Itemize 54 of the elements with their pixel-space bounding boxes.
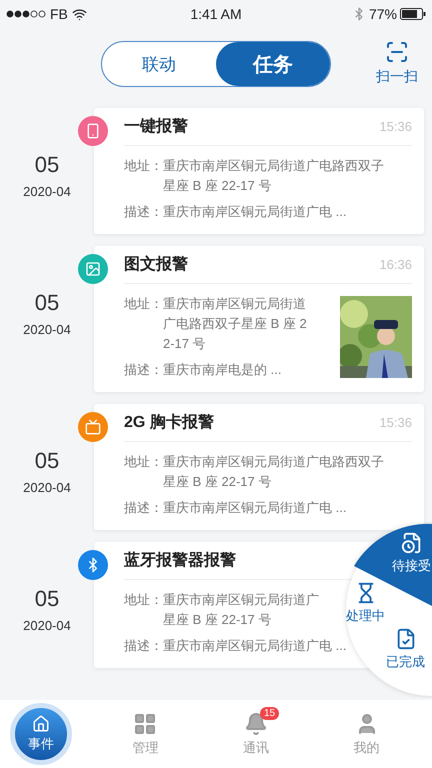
field-label: 地址： — [124, 453, 163, 471]
field-label: 描述： — [124, 203, 163, 221]
signal-icon — [6, 10, 46, 18]
event-title: 蓝牙报警器报警 — [124, 550, 236, 571]
battery-percent: 77% — [368, 6, 397, 22]
description-text: 重庆市南岸区铜元局街道广电 ... — [163, 499, 346, 517]
event-card[interactable]: 一键报警 15:36 地址：重庆市南岸区铜元局街道广电路西双子 星座 B 座 22-17 号 描述：重庆市南岸区铜元局街道广电 ... — [94, 108, 424, 234]
field-label: 描述： — [124, 361, 163, 379]
wifi-icon — [72, 6, 87, 22]
event-time: 16:36 — [379, 257, 412, 272]
description-text: 重庆市南岸区铜元局街道广电 ... — [163, 203, 346, 221]
address-text: 星座 B 座 22-17 号 — [163, 177, 272, 195]
event-title: 一键报警 — [124, 116, 188, 137]
field-label: 地址： — [124, 591, 163, 609]
field-label: 地址： — [124, 157, 163, 175]
description-text: 重庆市南岸电是的 ... — [163, 361, 282, 379]
unread-badge: 15 — [260, 706, 280, 720]
address-text: 重庆市南岸区铜元局街道广电路西双子 — [163, 157, 384, 175]
grid-icon — [133, 712, 158, 736]
date-day: 05 — [34, 152, 60, 178]
address-text: 重庆市南岸区铜元局街道广 — [163, 591, 319, 609]
document-clock-icon — [400, 532, 422, 554]
address-text: 2-17 号 — [163, 335, 206, 353]
date-day: 05 — [34, 448, 60, 474]
battery-icon — [400, 8, 426, 20]
address-text: 重庆市南岸区铜元局街道 — [163, 295, 306, 313]
address-text: 星座 B 座 22-17 号 — [163, 473, 272, 491]
segment-tab[interactable]: 任务 — [216, 42, 330, 86]
events-tab[interactable]: 事件 — [10, 703, 72, 765]
clock: 1:41 AM — [190, 6, 242, 22]
date-month: 2020-04 — [23, 184, 71, 199]
event-time: 15:36 — [379, 119, 412, 134]
address-text: 广电路西双子星座 B 座 2 — [163, 315, 307, 333]
event-time: 15:36 — [379, 415, 412, 430]
field-label: 描述： — [124, 499, 163, 517]
address-text: 星座 B 座 22-17 号 — [163, 611, 272, 629]
date-month: 2020-04 — [23, 322, 71, 337]
event-title: 图文报警 — [124, 254, 188, 275]
carrier-name: FB — [50, 6, 68, 22]
description-text: 重庆市南岸区铜元局街道广电 ... — [163, 637, 346, 655]
date-day: 05 — [34, 290, 60, 316]
address-text: 重庆市南岸区铜元局街道广电路西双子 — [163, 453, 384, 471]
date-day: 05 — [34, 586, 60, 612]
field-label: 地址： — [124, 295, 163, 313]
field-label: 描述： — [124, 637, 163, 655]
event-title: 2G 胸卡报警 — [124, 412, 214, 433]
house-icon — [32, 715, 50, 733]
status-filter-item[interactable]: 处理中 — [346, 582, 385, 625]
scan-button[interactable]: 扫一扫 — [376, 40, 418, 86]
scan-icon — [385, 40, 409, 64]
status-filter-item[interactable]: 已完成 — [386, 628, 425, 671]
event-card[interactable]: 图文报警 16:36 地址：重庆市南岸区铜元局街道 广电路西双子星座 B 座 2 2-17 号 描述：重庆市南岸电是的 ... — [94, 246, 424, 392]
date-month: 2020-04 — [23, 480, 71, 495]
date-month: 2020-04 — [23, 618, 71, 633]
